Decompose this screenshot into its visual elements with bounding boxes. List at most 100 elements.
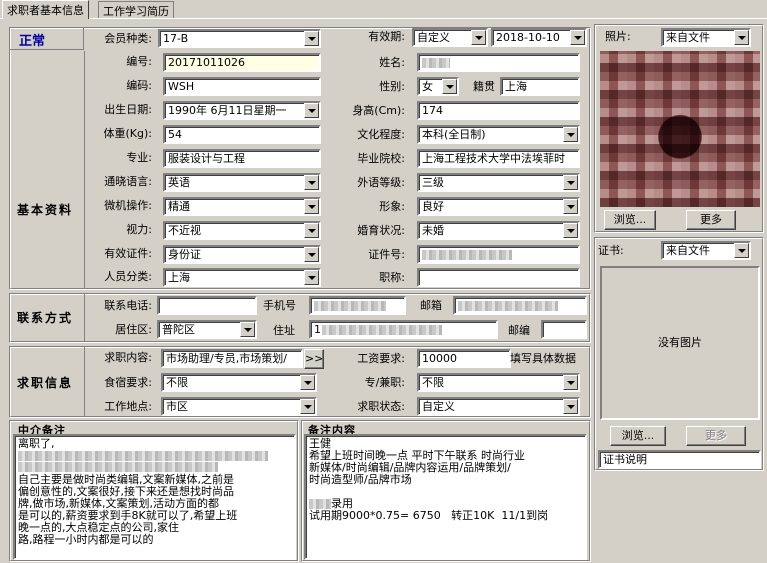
major-field[interactable]: 服装设计与工程: [163, 149, 321, 168]
email-label: 邮箱: [420, 299, 442, 312]
language-select[interactable]: 英语: [163, 173, 321, 192]
phone-label: 联系电话:: [104, 299, 152, 312]
job-content-more-button[interactable]: >>: [304, 349, 324, 369]
cert-description-field[interactable]: 证书说明: [598, 450, 761, 469]
vision-label: 视力:: [126, 223, 152, 236]
foreign-level-select[interactable]: 三级: [417, 173, 580, 192]
validity-type-select[interactable]: 自定义: [412, 28, 488, 47]
member-type-select[interactable]: 17-B: [158, 29, 321, 48]
native-label: 籍贯: [473, 80, 495, 93]
job-content-label: 求职内容:: [104, 351, 152, 364]
category-select[interactable]: 上海: [163, 268, 321, 287]
id-number-field[interactable]: [417, 245, 580, 264]
agent-notes-memo[interactable]: 离职了, 自己主要是做时尚类编辑,文案新媒体,之前是 偏创意性的,文案很好,接下来…: [13, 434, 296, 560]
major-label: 专业:: [126, 151, 152, 164]
photo-label: 照片:: [605, 30, 631, 43]
salary-hint: 填写具体数据: [510, 352, 576, 365]
chevron-down-icon[interactable]: [304, 199, 319, 214]
computer-select[interactable]: 精通: [163, 197, 321, 216]
code-field[interactable]: WSH: [163, 77, 321, 96]
district-select[interactable]: 普陀区: [157, 320, 257, 339]
chevron-down-icon[interactable]: [304, 247, 319, 262]
job-content-field[interactable]: 市场助理/专员,市场策划/: [161, 349, 303, 368]
appearance-select[interactable]: 良好: [417, 197, 580, 216]
salary-field[interactable]: 10000: [417, 349, 511, 368]
photo-browse-button[interactable]: 浏览...: [604, 210, 656, 230]
chevron-down-icon[interactable]: [563, 175, 578, 190]
phone-field[interactable]: [157, 296, 257, 315]
board-select[interactable]: 不限: [161, 373, 317, 392]
notes-memo[interactable]: 王健 希望上班时间晚一点 平时下午联系 时尚行业 新媒体/时尚编辑/品牌内容运用/…: [304, 434, 587, 560]
chevron-down-icon[interactable]: [304, 223, 319, 238]
chevron-down-icon[interactable]: [734, 243, 749, 258]
chevron-down-icon[interactable]: [304, 103, 319, 118]
vision-select[interactable]: 不近视: [163, 221, 321, 240]
validity-date-picker[interactable]: 2018-10-10: [491, 28, 587, 47]
section-title-contact: 联系方式: [17, 311, 74, 325]
cert-source-select[interactable]: 来自文件: [661, 241, 751, 260]
postcode-field[interactable]: [541, 320, 587, 339]
notes-trial-line: 试用期9000*0.75= 6750 转正10K 11/1到岗: [309, 509, 549, 522]
marriage-label: 婚育状况:: [357, 224, 405, 237]
job-state-label: 求职状态:: [357, 400, 405, 413]
chevron-down-icon[interactable]: [304, 31, 319, 46]
chevron-down-icon[interactable]: [563, 375, 578, 390]
address-field[interactable]: 1: [309, 320, 498, 339]
height-field[interactable]: 174: [417, 101, 580, 120]
mobile-field[interactable]: [309, 296, 406, 315]
number-label: 编号:: [126, 55, 152, 68]
chevron-down-icon[interactable]: [304, 270, 319, 285]
location-select[interactable]: 市区: [161, 397, 317, 416]
chevron-down-icon[interactable]: [442, 79, 457, 94]
chevron-down-icon[interactable]: [563, 127, 578, 142]
chevron-down-icon[interactable]: [471, 30, 486, 45]
photo-more-button[interactable]: 更多: [686, 210, 736, 230]
notes-body: 希望上班时间晚一点 平时下午联系 时尚行业 新媒体/时尚编辑/品牌内容运用/品牌…: [309, 449, 525, 486]
status-badge: 正常: [19, 34, 46, 49]
job-state-select[interactable]: 自定义: [417, 397, 580, 416]
address-label: 住址: [273, 324, 295, 337]
school-label: 毕业院校:: [357, 152, 405, 165]
chevron-down-icon[interactable]: [304, 175, 319, 190]
category-label: 人员分类:: [104, 270, 152, 283]
chevron-down-icon[interactable]: [563, 399, 578, 414]
weight-field[interactable]: 54: [163, 125, 321, 144]
member-type-label: 会员种类:: [104, 32, 152, 45]
id-type-select[interactable]: 身份证: [163, 245, 321, 264]
section-divider: [84, 347, 85, 417]
gender-label: 性别:: [379, 80, 405, 93]
chevron-down-icon[interactable]: [563, 199, 578, 214]
birth-date-picker[interactable]: 1990年 6月11日星期一: [163, 101, 321, 120]
redacted-mobile: [314, 301, 386, 311]
name-field[interactable]: [417, 53, 580, 72]
chevron-down-icon[interactable]: [240, 322, 255, 337]
candidate-photo: [600, 51, 760, 207]
chevron-down-icon[interactable]: [300, 375, 315, 390]
cert-browse-button[interactable]: 浏览...: [610, 426, 666, 446]
section-divider: [84, 51, 85, 289]
marriage-select[interactable]: 未婚: [417, 221, 580, 240]
postcode-label: 邮编: [508, 324, 530, 337]
education-select[interactable]: 本科(全日制): [417, 125, 580, 144]
job-title-label: 职称:: [379, 271, 405, 284]
school-field[interactable]: 上海工程技术大学中法埃菲时: [417, 149, 580, 168]
height-label: 身高(Cm):: [352, 104, 405, 117]
board-label: 食宿要求:: [104, 376, 152, 389]
native-field[interactable]: 上海: [500, 77, 580, 96]
redacted-text: [309, 499, 331, 509]
number-field[interactable]: 20171011026: [163, 53, 321, 72]
name-label: 姓名:: [379, 56, 405, 69]
id-number-label: 证件号:: [368, 248, 405, 261]
chevron-down-icon[interactable]: [570, 30, 585, 45]
gender-select[interactable]: 女: [417, 77, 459, 96]
validity-label: 有效期:: [368, 30, 405, 43]
job-title-field[interactable]: [417, 268, 580, 287]
photo-source-select[interactable]: 来自文件: [661, 28, 751, 47]
chevron-down-icon[interactable]: [563, 223, 578, 238]
email-field[interactable]: [453, 296, 587, 315]
tab-basic-info[interactable]: 求职者基本信息: [2, 0, 89, 19]
chevron-down-icon[interactable]: [734, 30, 749, 45]
tab-work-history[interactable]: 工作学习简历: [98, 1, 174, 18]
parttime-select[interactable]: 不限: [417, 373, 580, 392]
chevron-down-icon[interactable]: [300, 399, 315, 414]
